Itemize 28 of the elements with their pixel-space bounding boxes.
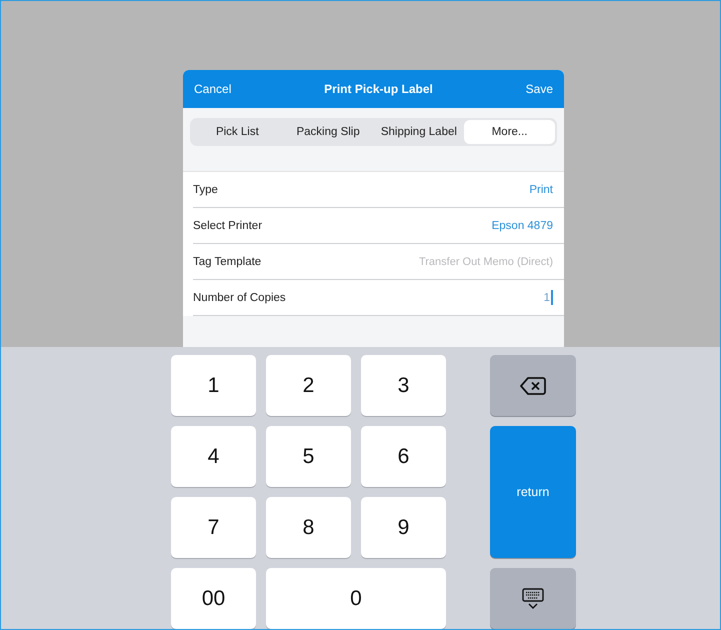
segment-tab[interactable]: Shipping Label (374, 120, 464, 144)
template-field[interactable]: Transfer Out Memo (Direct) (353, 256, 553, 268)
keyboard-hide-icon (522, 588, 544, 610)
cancel-button[interactable]: Cancel (194, 82, 232, 96)
dismiss-keyboard-key[interactable] (490, 568, 576, 629)
dialog-title: Print Pick-up Label (324, 82, 433, 96)
delete-key[interactable] (490, 355, 576, 416)
row-label: Select Printer (193, 220, 262, 232)
number-key[interactable]: 9 (361, 497, 446, 558)
row-label: Tag Template (193, 256, 262, 268)
number-key[interactable]: 8 (266, 497, 351, 558)
number-key[interactable]: 4 (171, 426, 256, 487)
segment-tab[interactable]: Packing Slip (282, 120, 374, 144)
save-button[interactable]: Save (526, 82, 553, 96)
segment-tab[interactable]: Pick List (192, 120, 283, 144)
number-key[interactable]: 7 (171, 497, 256, 558)
backspace-icon (520, 376, 546, 396)
number-key[interactable]: 1 (171, 355, 256, 416)
number-key[interactable]: 5 (266, 426, 351, 487)
return-key[interactable]: return (490, 426, 576, 558)
segment-tab[interactable]: More... (464, 120, 555, 144)
number-key[interactable]: 00 (171, 568, 256, 629)
number-key[interactable]: 2 (266, 355, 351, 416)
number-key[interactable]: 0 (266, 568, 446, 629)
row-label: Number of Copies (193, 292, 286, 304)
number-key[interactable]: 6 (361, 426, 446, 487)
row-label: Type (193, 184, 218, 196)
number-key[interactable]: 3 (361, 355, 446, 416)
